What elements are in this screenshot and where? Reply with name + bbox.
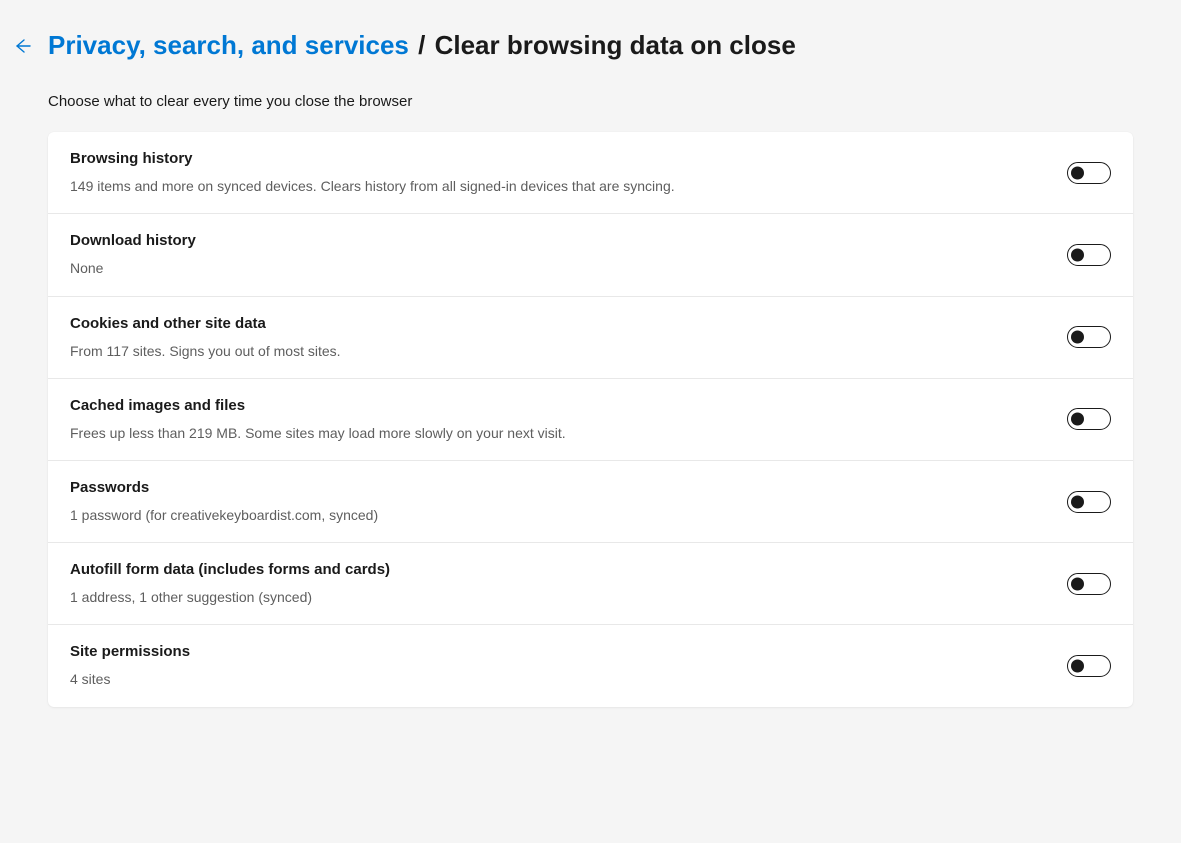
toggle-site-permissions[interactable] [1067,655,1111,677]
option-text: Cached images and files Frees up less th… [70,397,1047,442]
option-row-cached-images: Cached images and files Frees up less th… [48,379,1133,461]
option-description: 149 items and more on synced devices. Cl… [70,177,1047,195]
page-header: Privacy, search, and services / Clear br… [0,30,1181,61]
toggle-knob [1071,413,1084,426]
option-row-autofill: Autofill form data (includes forms and c… [48,543,1133,625]
back-arrow-icon[interactable] [12,36,32,56]
option-row-site-permissions: Site permissions 4 sites [48,625,1133,706]
option-title: Browsing history [70,150,1047,167]
toggle-autofill[interactable] [1067,573,1111,595]
option-description: 1 password (for creativekeyboardist.com,… [70,506,1047,524]
option-title: Site permissions [70,643,1047,660]
toggle-knob [1071,166,1084,179]
option-text: Passwords 1 password (for creativekeyboa… [70,479,1047,524]
breadcrumb: Privacy, search, and services / Clear br… [48,30,796,61]
breadcrumb-current: Clear browsing data on close [435,30,796,60]
option-description: None [70,259,1047,277]
toggle-knob [1071,331,1084,344]
option-title: Autofill form data (includes forms and c… [70,561,1047,578]
option-title: Download history [70,232,1047,249]
option-row-cookies: Cookies and other site data From 117 sit… [48,297,1133,379]
option-description: From 117 sites. Signs you out of most si… [70,342,1047,360]
option-description: 1 address, 1 other suggestion (synced) [70,588,1047,606]
toggle-browsing-history[interactable] [1067,162,1111,184]
toggle-knob [1071,495,1084,508]
option-row-download-history: Download history None [48,214,1133,296]
settings-page: Privacy, search, and services / Clear br… [0,0,1181,707]
option-title: Passwords [70,479,1047,496]
option-description: 4 sites [70,670,1047,688]
page-subtitle: Choose what to clear every time you clos… [0,93,1181,110]
option-title: Cookies and other site data [70,315,1047,332]
toggle-passwords[interactable] [1067,491,1111,513]
toggle-knob [1071,659,1084,672]
option-row-browsing-history: Browsing history 149 items and more on s… [48,132,1133,214]
option-text: Autofill form data (includes forms and c… [70,561,1047,606]
breadcrumb-parent-link[interactable]: Privacy, search, and services [48,30,409,60]
toggle-cached-images[interactable] [1067,408,1111,430]
option-text: Site permissions 4 sites [70,643,1047,688]
toggle-knob [1071,248,1084,261]
toggle-knob [1071,577,1084,590]
toggle-download-history[interactable] [1067,244,1111,266]
clear-data-options-card: Browsing history 149 items and more on s… [48,132,1133,706]
option-text: Download history None [70,232,1047,277]
option-row-passwords: Passwords 1 password (for creativekeyboa… [48,461,1133,543]
breadcrumb-separator: / [418,30,432,60]
option-description: Frees up less than 219 MB. Some sites ma… [70,424,1047,442]
toggle-cookies[interactable] [1067,326,1111,348]
option-title: Cached images and files [70,397,1047,414]
option-text: Cookies and other site data From 117 sit… [70,315,1047,360]
option-text: Browsing history 149 items and more on s… [70,150,1047,195]
